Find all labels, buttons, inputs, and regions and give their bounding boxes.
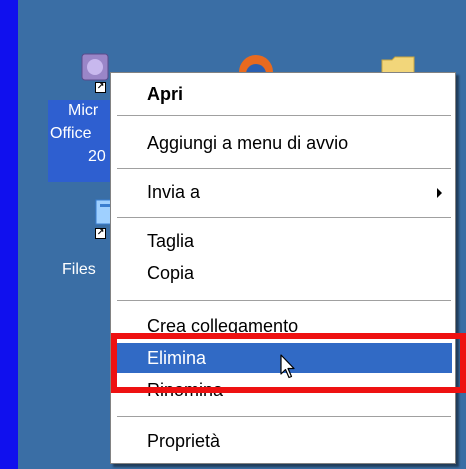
context-menu: Apri Aggiungi a menu di avvio Invia a Ta… <box>110 72 456 464</box>
menu-item-copy[interactable]: Copia <box>117 258 452 288</box>
menu-separator <box>117 217 451 218</box>
menu-item-label: Taglia <box>147 231 195 251</box>
shortcut-arrow-icon: ↗ <box>95 82 106 93</box>
menu-item-label: Invia a <box>147 182 201 202</box>
menu-separator <box>117 168 451 169</box>
menu-item-label: Copia <box>147 263 195 283</box>
menu-separator <box>117 300 451 301</box>
menu-item-open[interactable]: Apri <box>117 79 452 109</box>
menu-item-add-start-menu[interactable]: Aggiungi a menu di avvio <box>117 128 452 158</box>
icon-label-line-2: Office <box>50 125 92 142</box>
menu-item-cut[interactable]: Taglia <box>117 226 452 256</box>
menu-separator <box>117 416 451 417</box>
icon-label-line-1: Micr <box>68 102 99 119</box>
arrow-pointer-icon <box>280 354 296 385</box>
icon-label-files: Files <box>62 261 96 278</box>
menu-item-label: Proprietà <box>147 431 221 451</box>
microsoft-office-icon <box>80 52 110 82</box>
menu-item-label: Aggiungi a menu di avvio <box>147 133 349 153</box>
submenu-arrow-icon <box>437 188 442 198</box>
shortcut-arrow-icon: ↗ <box>95 228 106 239</box>
menu-item-properties[interactable]: Proprietà <box>117 426 452 456</box>
menu-item-label: Apri <box>147 84 183 104</box>
menu-item-send-to[interactable]: Invia a <box>117 177 452 207</box>
menu-separator <box>117 115 451 116</box>
icon-label-line-3: 20 <box>88 148 106 165</box>
